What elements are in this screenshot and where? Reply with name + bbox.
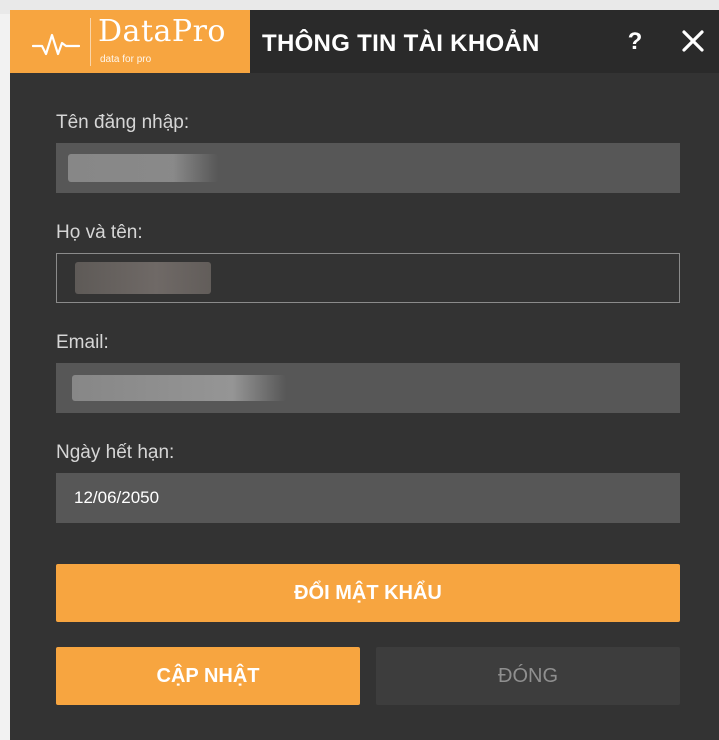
redacted-fullname <box>75 262 211 294</box>
dialog-title: THÔNG TIN TÀI KHOẢN <box>262 30 540 57</box>
redacted-email <box>72 375 286 401</box>
username-label: Tên đăng nhập: <box>56 112 190 133</box>
redacted-username <box>68 154 218 182</box>
fullname-field[interactable] <box>56 253 680 303</box>
update-button[interactable]: CẬP NHẬT <box>56 647 360 705</box>
logo-divider <box>90 18 91 66</box>
email-label: Email: <box>56 332 109 353</box>
username-field[interactable] <box>56 143 680 193</box>
expiry-field: 12/06/2050 <box>56 473 680 523</box>
expiry-label: Ngày hết hạn: <box>56 442 175 463</box>
dialog-titlebar: DataPro data for pro THÔNG TIN TÀI KHOẢN… <box>10 10 719 73</box>
fullname-label: Họ và tên: <box>56 222 143 243</box>
close-button[interactable]: ĐÓNG <box>376 647 680 705</box>
close-icon[interactable] <box>678 26 708 56</box>
logo-name: DataPro <box>98 14 226 49</box>
change-password-button[interactable]: ĐỔI MẬT KHẨU <box>56 564 680 622</box>
email-field[interactable] <box>56 363 680 413</box>
pulse-logo-icon <box>32 33 80 56</box>
expiry-value: 12/06/2050 <box>74 488 160 507</box>
account-info-dialog: DataPro data for pro THÔNG TIN TÀI KHOẢN… <box>10 10 719 740</box>
help-icon[interactable]: ? <box>622 28 648 58</box>
logo-tagline: data for pro <box>100 54 152 65</box>
datapro-logo: DataPro data for pro <box>10 10 250 73</box>
